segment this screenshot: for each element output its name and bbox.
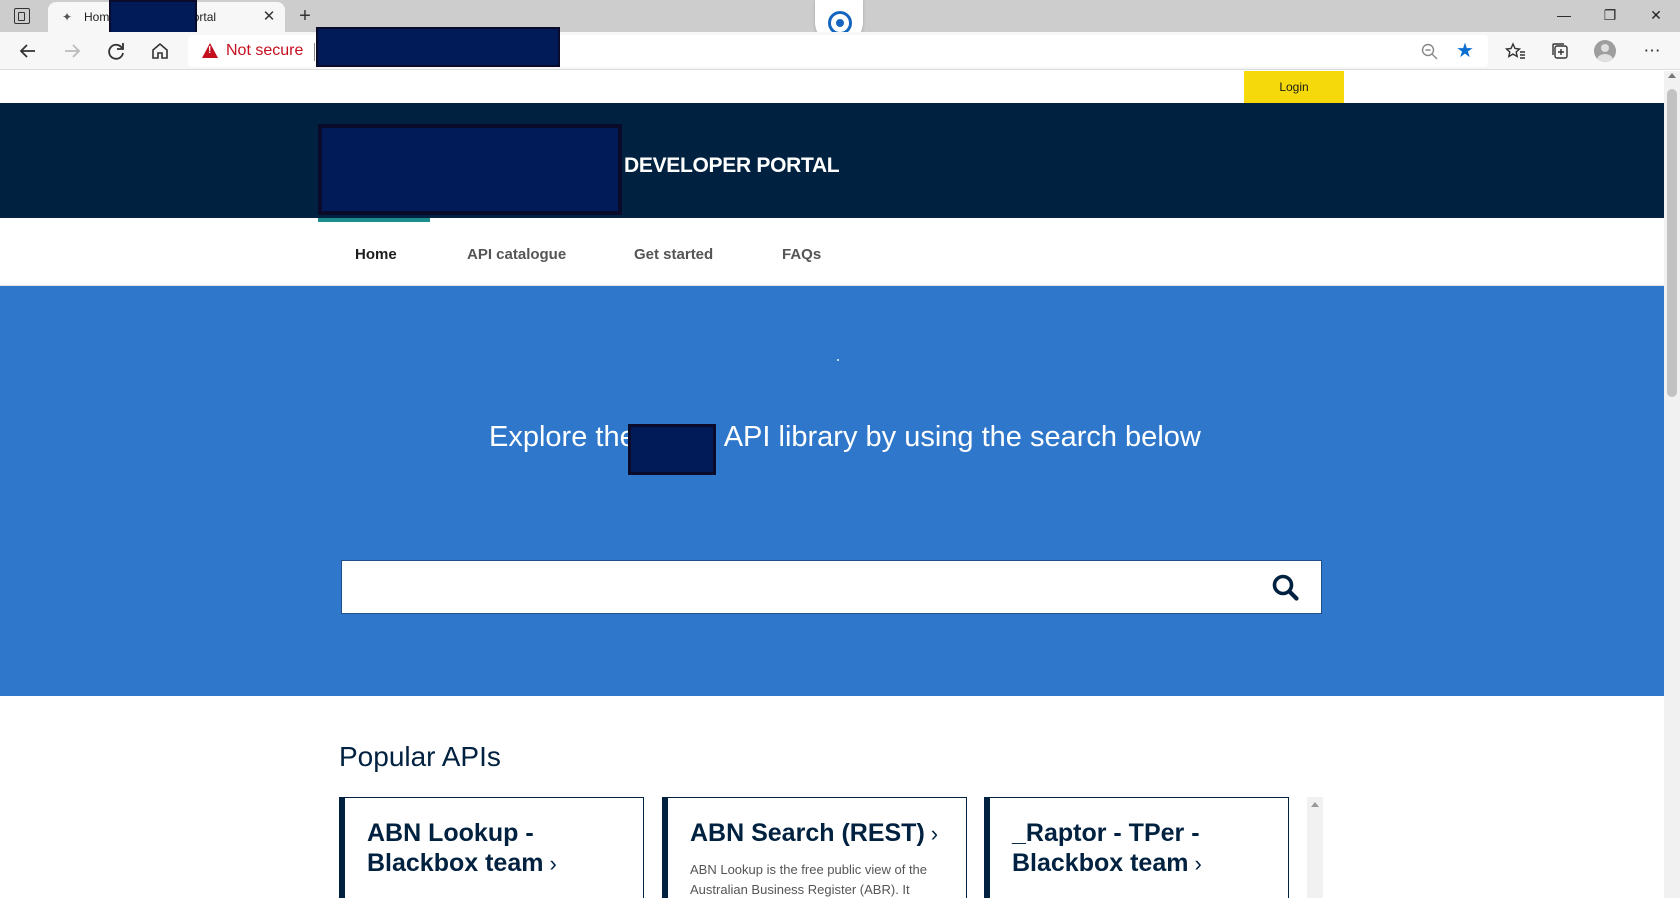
back-arrow-icon[interactable] (14, 37, 42, 65)
scrollbar-thumb[interactable] (1667, 89, 1677, 397)
api-card-title[interactable]: _Raptor - TPer - Blackbox team › (1012, 818, 1282, 879)
api-card-description: ABN Lookup is the free public view of th… (690, 862, 928, 897)
restore-button[interactable]: ❐ (1587, 0, 1633, 32)
zoom-out-icon[interactable] (1420, 42, 1440, 62)
star-icon[interactable]: ★ (1453, 39, 1477, 63)
api-card-title[interactable]: ABN Lookup - Blackbox team › (367, 818, 637, 879)
tab-actions-icon[interactable] (14, 8, 30, 24)
search-heading-end: API library by using the search below (723, 421, 1201, 453)
api-card[interactable]: ABN Lookup - Blackbox team › (339, 797, 644, 898)
chevron-right-icon: › (1194, 851, 1202, 876)
api-card[interactable]: _Raptor - TPer - Blackbox team › (984, 797, 1289, 898)
cards-scrollbar[interactable] (1307, 797, 1323, 898)
scroll-up-arrow-icon[interactable] (1668, 73, 1676, 78)
search-icon[interactable] (1267, 570, 1303, 604)
popular-apis-section: Popular APIs ABN Lookup - Blackbox team ›… (0, 696, 1664, 898)
new-tab-button[interactable]: + (293, 4, 317, 28)
api-search-section: Explore the API library by using the sear… (0, 286, 1664, 696)
address-bar[interactable]: Not secure ★ (188, 27, 1488, 67)
collections-icon[interactable] (1546, 37, 1574, 65)
tab-close-icon[interactable]: ✕ (259, 7, 279, 27)
utility-bar: Login (0, 71, 1664, 103)
chevron-right-icon: › (930, 821, 939, 846)
portal-title: DEVELOPER PORTAL (624, 154, 840, 177)
warning-icon (202, 43, 218, 58)
scroll-up-arrow-icon[interactable] (1311, 802, 1319, 807)
popular-apis-heading: Popular APIs (339, 741, 501, 772)
browser-tab[interactable]: ✦ Home - Developer Portal ✕ (48, 0, 285, 40)
search-heading: Explore the API library by using the sear… (489, 421, 1201, 454)
not-secure-label[interactable]: Not secure (226, 42, 303, 60)
page-scrollbar[interactable] (1664, 71, 1680, 898)
home-icon[interactable] (146, 37, 174, 65)
site-logo-redacted[interactable] (318, 124, 622, 215)
api-card-title-text: ABN Search (REST) (690, 819, 925, 847)
refresh-icon[interactable] (102, 37, 130, 65)
favorites-icon[interactable] (1501, 37, 1529, 65)
chevron-right-icon: › (549, 851, 557, 876)
minimize-button[interactable]: — (1541, 0, 1587, 32)
api-card-title-text: _Raptor - TPer - Blackbox team (1012, 819, 1200, 877)
nav-item-get-started[interactable]: Get started (634, 246, 713, 263)
site-favicon-icon: ✦ (61, 10, 73, 24)
site-header-banner: DEVELOPER PORTAL (0, 103, 1664, 218)
nav-item-faqs[interactable]: FAQs (782, 246, 821, 263)
profile-avatar-icon[interactable] (1594, 40, 1616, 62)
api-card-title[interactable]: ABN Search (REST) › (690, 818, 960, 849)
nav-item-api-catalogue[interactable]: API catalogue (467, 246, 566, 263)
redaction-box (628, 424, 716, 475)
search-heading-start: Explore the (489, 421, 636, 453)
page-viewport: Login DEVELOPER PORTAL Home API catalogu… (0, 71, 1680, 898)
browser-toolbar: Not secure ★ ⋯ (0, 27, 1680, 70)
nav-active-indicator (318, 218, 430, 222)
main-navigation: Home API catalogue Get started FAQs (0, 218, 1664, 286)
more-options-icon[interactable]: ⋯ (1638, 37, 1666, 65)
forward-arrow-icon[interactable] (58, 37, 86, 65)
browser-titlebar: ✦ Home - Developer Portal ✕ + — ❐ ✕ (0, 0, 1680, 46)
close-window-button[interactable]: ✕ (1633, 0, 1679, 32)
search-box (341, 560, 1322, 614)
login-button[interactable]: Login (1244, 71, 1344, 103)
api-card[interactable]: ABN Search (REST) › ABN Lookup is the fre… (662, 797, 967, 898)
nav-item-home[interactable]: Home (355, 246, 397, 263)
redaction-box (316, 27, 560, 67)
api-card-title-text: ABN Lookup - Blackbox team (367, 819, 544, 877)
address-separator (314, 43, 315, 61)
decorative-dot (837, 359, 839, 361)
api-search-input[interactable] (342, 561, 1262, 613)
